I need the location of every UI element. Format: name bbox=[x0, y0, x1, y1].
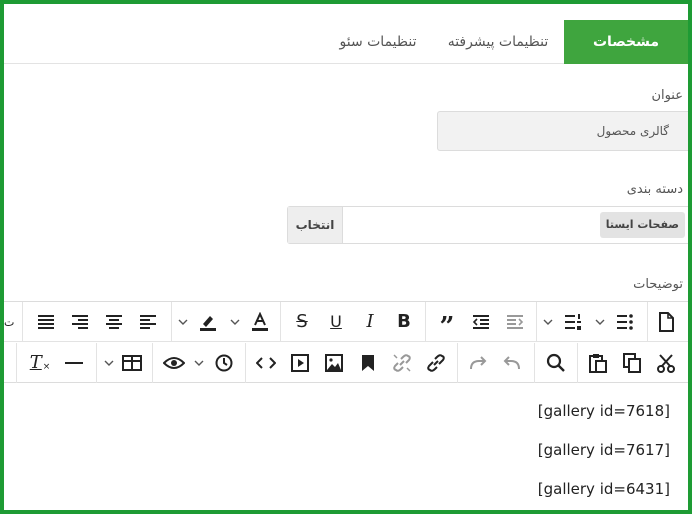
link-icon[interactable] bbox=[422, 349, 450, 377]
copy-icon[interactable] bbox=[618, 349, 646, 377]
image-icon[interactable] bbox=[320, 349, 348, 377]
category-chip[interactable]: صفحات ایستا bbox=[599, 212, 685, 238]
horizontal-line-icon[interactable] bbox=[60, 349, 88, 377]
toolbar-separator bbox=[280, 302, 281, 342]
italic-icon[interactable]: I bbox=[356, 308, 384, 336]
tab-specs[interactable]: مشخصات bbox=[564, 20, 688, 64]
category-label: دسته بندی bbox=[626, 182, 683, 197]
toolbar-separator bbox=[647, 302, 648, 342]
category-select-button[interactable]: انتخاب bbox=[288, 207, 343, 243]
editor-frame: مشخصات تنظیمات پیشرفته تنظیمات سئو عنوان… bbox=[0, 0, 692, 514]
cut-icon[interactable] bbox=[652, 349, 680, 377]
tab-advanced-settings[interactable]: تنظیمات پیشرفته bbox=[436, 20, 560, 64]
chevron-down-icon[interactable] bbox=[541, 308, 555, 336]
toolbar-separator bbox=[536, 302, 537, 342]
toolbar-separator bbox=[577, 343, 578, 383]
outdent-icon[interactable] bbox=[467, 308, 495, 336]
toolbar-row-1: ت S U I B ” bbox=[4, 302, 688, 342]
chevron-down-icon[interactable] bbox=[192, 349, 206, 377]
chevron-down-icon[interactable] bbox=[593, 308, 607, 336]
editor-toolbar: ت S U I B ” T × bbox=[4, 301, 688, 383]
table-icon[interactable] bbox=[118, 349, 146, 377]
title-label: عنوان bbox=[651, 88, 683, 103]
blockquote-icon[interactable]: ” bbox=[433, 308, 461, 340]
align-right-icon[interactable] bbox=[66, 308, 94, 336]
toolbar-separator bbox=[152, 343, 153, 383]
toolbar-separator bbox=[96, 343, 97, 383]
media-icon[interactable] bbox=[286, 349, 314, 377]
editor-content-area[interactable]: [gallery id=7618] [gallery id=7617] [gal… bbox=[4, 384, 688, 510]
bookmark-icon[interactable] bbox=[354, 349, 382, 377]
description-label: توضیحات bbox=[633, 277, 683, 292]
redo-icon[interactable] bbox=[464, 349, 492, 377]
justify-icon[interactable] bbox=[32, 308, 60, 336]
document-icon[interactable] bbox=[652, 308, 680, 336]
toolbar-separator bbox=[425, 302, 426, 342]
bullet-list-icon[interactable] bbox=[611, 308, 639, 336]
toolbar-separator bbox=[457, 343, 458, 383]
chevron-down-icon[interactable] bbox=[102, 349, 116, 377]
toolbar-separator bbox=[171, 302, 172, 342]
code-icon[interactable] bbox=[252, 349, 280, 377]
unlink-icon[interactable] bbox=[388, 349, 416, 377]
search-icon[interactable] bbox=[542, 349, 570, 377]
align-center-icon[interactable] bbox=[100, 308, 128, 336]
toolbar-separator bbox=[16, 343, 17, 383]
toolbar-separator bbox=[245, 343, 246, 383]
preview-icon[interactable] bbox=[160, 349, 188, 377]
chevron-down-icon[interactable] bbox=[176, 308, 190, 336]
chevron-down-icon[interactable] bbox=[228, 308, 242, 336]
bold-icon[interactable]: B bbox=[390, 308, 418, 336]
align-left-icon[interactable] bbox=[134, 308, 162, 336]
category-select[interactable]: انتخاب صفحات ایستا bbox=[287, 206, 688, 244]
underline-icon[interactable]: U bbox=[322, 308, 350, 336]
toolbar-separator bbox=[22, 302, 23, 342]
content-line: [gallery id=7618] bbox=[537, 402, 670, 420]
title-input[interactable]: گالری محصول bbox=[437, 111, 688, 151]
toolbar-row-2: T × bbox=[4, 343, 688, 383]
content-line: [gallery id=7617] bbox=[537, 441, 670, 459]
undo-icon[interactable] bbox=[498, 349, 526, 377]
indent-icon[interactable] bbox=[501, 308, 529, 336]
numbered-list-icon[interactable] bbox=[559, 308, 587, 336]
highlight-icon[interactable] bbox=[194, 308, 222, 336]
paste-icon[interactable] bbox=[584, 349, 612, 377]
content-line: [gallery id=6431] bbox=[537, 480, 670, 498]
tab-seo-settings[interactable]: تنظیمات سئو bbox=[324, 20, 432, 64]
toolbar-separator bbox=[534, 343, 535, 383]
strikethrough-icon[interactable]: S bbox=[288, 308, 316, 336]
toolbar-overflow-text: ت bbox=[4, 316, 15, 329]
tab-bar: مشخصات تنظیمات پیشرفته تنظیمات سئو bbox=[4, 4, 688, 64]
clear-format-icon[interactable]: T × bbox=[26, 349, 54, 377]
font-color-icon[interactable] bbox=[246, 308, 274, 336]
history-icon[interactable] bbox=[210, 349, 238, 377]
